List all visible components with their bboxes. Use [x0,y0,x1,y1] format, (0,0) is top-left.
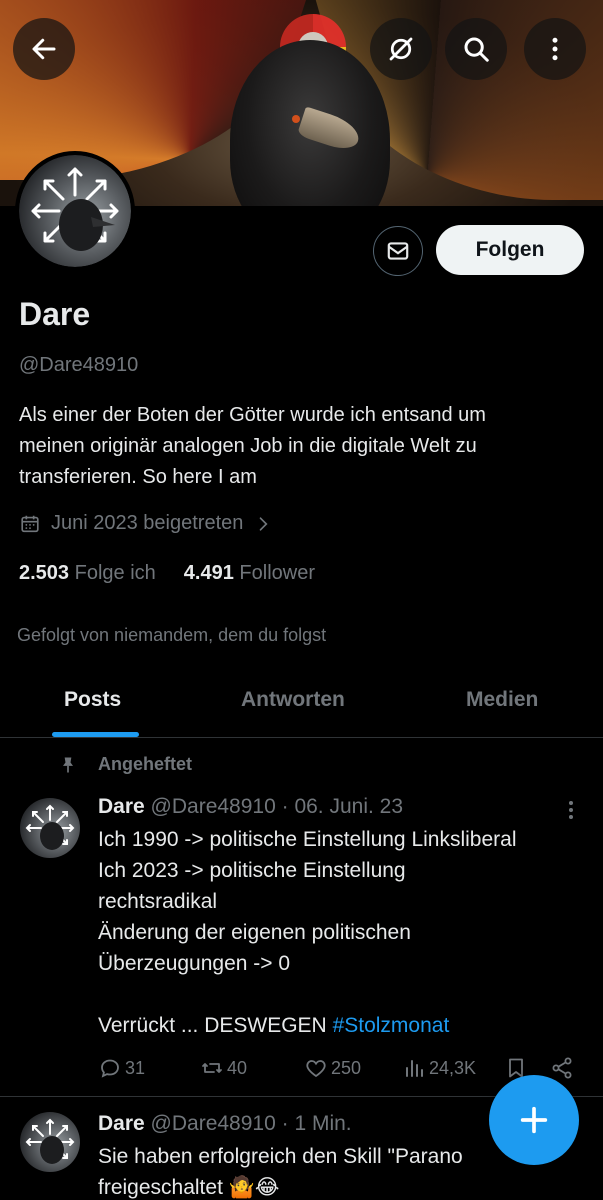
back-arrow-icon [32,38,56,60]
bio-line: meinen originär analogen Job in die digi… [19,435,477,457]
plus-icon [520,1106,548,1134]
followed-by-text: Gefolgt von niemandem, dem du folgst [17,625,327,645]
post-body[interactable]: Ich 1990 -> politische Einstellung Links… [98,824,588,1041]
post-more-icon[interactable] [561,796,581,826]
profile-bio: Als einer der Boten der Götter wurde ich… [19,400,589,493]
reply-count: 31 [125,1057,146,1078]
chevron-right-icon [260,516,268,531]
views-count: 24,3K [429,1057,477,1078]
following-count: 2.503 [19,562,70,584]
banner-raven-eye [292,115,300,123]
post-time[interactable]: · 1 Min. [282,1112,352,1135]
post-hashtag[interactable]: #Stolzmonat [333,1014,450,1037]
repost-button[interactable]: 40 [200,1056,247,1080]
pin-icon [63,757,73,772]
pinned-label: Angeheftet [98,754,192,774]
avatar-image [19,155,131,267]
post-line: Ich 2023 -> politische Einstellung [98,859,406,882]
back-button[interactable] [13,18,75,80]
bio-line: Als einer der Boten der Götter wurde ich… [19,404,486,426]
compose-post-button[interactable] [489,1075,579,1165]
more-options-button[interactable] [524,18,586,80]
profile-name: Dare [19,296,91,332]
post-author-name[interactable]: Dare [98,1112,145,1135]
share-icon [552,1057,572,1079]
post-header: Dare @Dare48910 · 06. Juni. 23 [98,795,403,819]
follow-stats: 2.503 Folge ich 4.491 Follower [19,562,315,585]
post-actions: 31 40 250 24,3K [98,1056,578,1082]
pinned-indicator: Angeheftet [58,754,192,775]
post-text-segment: Verrückt ... DESWEGEN [98,1014,333,1037]
post-author-handle[interactable]: @Dare48910 [151,1112,276,1135]
following-label: Folge ich [74,562,156,584]
share-button[interactable] [550,1056,574,1080]
post-line: Ich 1990 -> politische Einstellung Links… [98,828,517,851]
reply-icon [101,1059,119,1078]
notifications-button[interactable] [370,18,432,80]
post-avatar[interactable] [20,1112,80,1172]
followers-count: 4.491 [183,562,234,584]
more-vertical-icon [552,37,558,61]
post-line [98,979,588,1010]
post-line-last: Verrückt ... DESWEGEN #Stolzmonat [98,1010,588,1041]
search-icon [464,37,489,62]
followers-stat[interactable]: 4.491 Follower [184,562,315,585]
tab-replies[interactable]: Antworten [241,688,345,712]
post-header: Dare @Dare48910 · 1 Min. [98,1112,352,1136]
views-button[interactable]: 24,3K [402,1056,476,1080]
search-button[interactable] [445,18,507,80]
followers-label: Follower [239,562,315,584]
profile-avatar[interactable] [15,151,135,271]
views-icon [406,1060,423,1077]
post-line: rechtsradikal [98,890,218,913]
joined-date[interactable]: Juni 2023 beigetreten [19,512,273,535]
post-line: Überzeugungen -> 0 [98,952,291,975]
post-line: Änderung der eigenen politischen [98,921,411,944]
tab-posts[interactable]: Posts [64,688,121,712]
post-line: freigeschaltet 🤷😂 [98,1176,280,1199]
post-author-name[interactable]: Dare [98,795,145,818]
joined-label: Juni 2023 beigetreten [51,512,244,534]
message-button[interactable] [373,226,423,276]
reply-button[interactable]: 31 [98,1056,145,1080]
like-button[interactable]: 250 [304,1056,361,1080]
no-notify-icon [389,37,413,61]
tab-media[interactable]: Medien [466,688,538,712]
post-time[interactable]: · 06. Juni. 23 [282,795,403,818]
following-stat[interactable]: 2.503 Folge ich [19,562,156,585]
like-count: 250 [331,1057,362,1078]
calendar-icon [21,515,39,532]
follow-button[interactable]: Folgen [436,225,584,275]
like-icon [306,1060,326,1078]
bio-line: transferieren. So here I am [19,466,257,488]
post-avatar[interactable] [20,798,80,858]
repost-count: 40 [227,1057,248,1078]
mail-icon [387,242,409,260]
post-author-handle[interactable]: @Dare48910 [151,795,276,818]
profile-tabs: Posts Antworten Medien [0,672,603,738]
repost-icon [202,1063,222,1073]
profile-handle: @Dare48910 [19,354,139,376]
active-tab-indicator [52,732,139,737]
